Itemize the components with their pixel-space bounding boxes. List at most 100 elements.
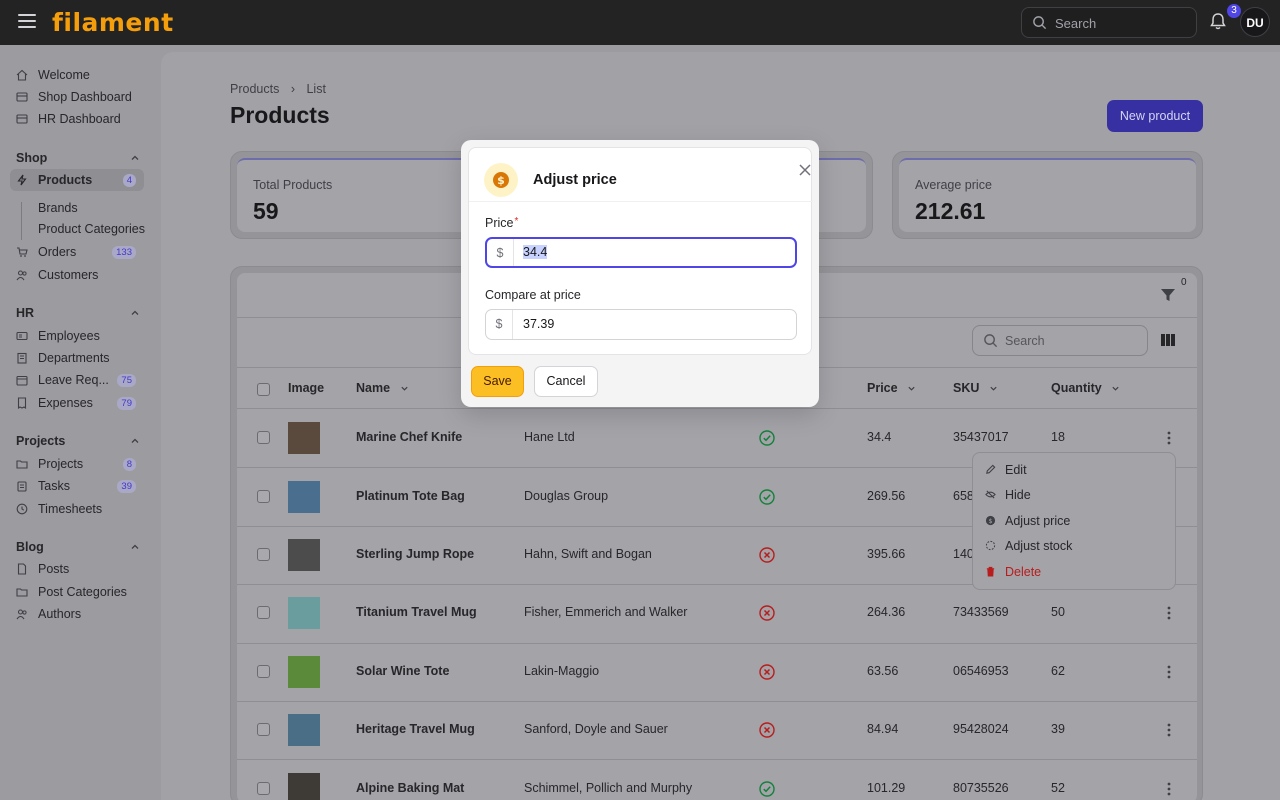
product-price: 101.29 (867, 780, 906, 795)
menu-item-edit[interactable]: Edit (973, 458, 1177, 482)
sidebar-item-brands[interactable]: Brands (38, 201, 78, 215)
row-checkbox[interactable] (257, 548, 270, 561)
row-checkbox[interactable] (257, 723, 270, 737)
table-search-input[interactable]: Search (972, 325, 1148, 356)
save-button[interactable]: Save (471, 366, 524, 397)
row-checkbox[interactable] (257, 664, 270, 678)
menu-item-adjust-price[interactable]: $ Adjust price (973, 509, 1177, 533)
more-vertical-icon[interactable] (1167, 723, 1171, 742)
column-header-sku[interactable]: SKU (953, 381, 998, 395)
product-name[interactable]: Sterling Jump Rope (356, 547, 474, 561)
clipboard-icon (17, 481, 27, 492)
count-badge: 8 (122, 458, 136, 471)
row-divider (237, 759, 1197, 761)
product-brand: Schimmel, Pollich and Murphy (524, 780, 693, 795)
product-quantity: 62 (1051, 663, 1065, 678)
product-name[interactable]: Solar Wine Tote (356, 664, 449, 678)
adjust-price-modal: $ Adjust price Price* $ 34.4 Compare at … (461, 140, 819, 407)
close-icon[interactable] (798, 163, 812, 177)
menu-item-delete[interactable]: Delete (973, 560, 1177, 584)
product-sku: 73433569 (953, 605, 1009, 620)
product-name[interactable]: Heritage Travel Mug (356, 722, 475, 736)
sidebar-item-leave-requests[interactable]: Leave Req... 75 (10, 369, 144, 391)
sidebar-group-blog[interactable]: Blog (16, 540, 144, 554)
cart-icon (17, 247, 28, 257)
menu-item-hide[interactable]: Hide (973, 483, 1177, 507)
trash-icon (986, 566, 995, 577)
product-name[interactable]: Platinum Tote Bag (356, 489, 465, 503)
column-header-name[interactable]: Name (356, 381, 409, 395)
check-circle-icon (759, 488, 775, 505)
compare-price-input[interactable]: $ 37.39 (485, 309, 797, 340)
cancel-button[interactable]: Cancel (534, 366, 598, 397)
id-card-icon (16, 331, 28, 341)
menu-icon[interactable] (18, 14, 36, 30)
sidebar-item-customers[interactable]: Customers (10, 264, 144, 286)
app-logo[interactable]: filament (52, 8, 174, 37)
chevron-up-icon (131, 155, 139, 160)
product-name[interactable]: Marine Chef Knife (356, 430, 462, 444)
product-price: 34.4 (867, 430, 892, 445)
price-input[interactable]: $ 34.4 (485, 237, 797, 268)
sidebar-item-welcome[interactable]: Welcome (10, 64, 144, 86)
product-brand: Hahn, Swift and Bogan (524, 547, 652, 561)
sidebar-item-hr-dashboard[interactable]: HR Dashboard (10, 108, 144, 130)
column-header-image: Image (288, 381, 325, 395)
new-product-button[interactable]: New product (1107, 100, 1203, 132)
more-vertical-icon[interactable] (1167, 606, 1171, 625)
more-vertical-icon[interactable] (1167, 431, 1171, 450)
product-name[interactable]: Titanium Travel Mug (356, 605, 477, 619)
row-checkbox[interactable] (257, 606, 270, 620)
product-sku: 658 (953, 488, 974, 503)
divider (237, 408, 1197, 409)
column-header-quantity[interactable]: Quantity (1051, 381, 1120, 395)
check-circle-icon (759, 430, 775, 446)
sidebar-item-departments[interactable]: Departments (10, 347, 144, 369)
chevron-up-icon (131, 438, 139, 443)
count-badge: 39 (117, 480, 136, 493)
page-title: Products (230, 102, 330, 128)
row-divider (237, 701, 1197, 702)
count-badge: 133 (112, 246, 136, 259)
sidebar-item-tasks[interactable]: Tasks 39 (10, 475, 144, 497)
sidebar-item-authors[interactable]: Authors (10, 603, 144, 625)
sidebar-item-shop-dashboard[interactable]: Shop Dashboard (10, 86, 144, 108)
sidebar-item-products[interactable]: Products 4 (10, 169, 144, 191)
row-checkbox[interactable] (257, 431, 270, 445)
sidebar-item-orders[interactable]: Orders 133 (10, 241, 144, 263)
more-vertical-icon[interactable] (1167, 782, 1171, 800)
chevron-down-icon (1112, 386, 1119, 391)
users-icon (16, 270, 27, 281)
sidebar-item-timesheets[interactable]: Timesheets (10, 498, 144, 520)
sidebar-group-shop[interactable]: Shop (16, 151, 144, 165)
user-avatar[interactable]: DU (1240, 7, 1270, 37)
menu-item-adjust-stock[interactable]: Adjust stock (973, 534, 1177, 558)
sidebar-item-projects[interactable]: Projects 8 (10, 453, 144, 475)
price-label: Price* (485, 216, 519, 230)
select-all-checkbox[interactable] (257, 383, 270, 396)
x-circle-icon (759, 722, 775, 738)
bell-icon[interactable] (1209, 12, 1227, 31)
breadcrumb-products[interactable]: Products (230, 82, 279, 96)
filter-icon[interactable] (1160, 287, 1176, 303)
columns-icon[interactable] (1160, 333, 1176, 347)
column-header-price[interactable]: Price (867, 381, 916, 395)
folder-icon (16, 460, 28, 469)
sidebar-group-hr[interactable]: HR (16, 306, 144, 320)
row-checkbox[interactable] (257, 781, 270, 795)
row-checkbox[interactable] (257, 489, 270, 503)
product-name[interactable]: Alpine Baking Mat (356, 781, 464, 795)
notifications-badge: 3 (1227, 4, 1241, 18)
sidebar-group-projects[interactable]: Projects (16, 434, 144, 448)
global-search-input[interactable]: Search (1021, 7, 1197, 38)
sidebar-item-posts[interactable]: Posts (10, 558, 144, 580)
svg-text:$: $ (988, 517, 992, 525)
sidebar-item-post-categories[interactable]: Post Categories (10, 581, 144, 603)
more-vertical-icon[interactable] (1167, 665, 1171, 684)
top-bar: filament Search 3 DU (0, 0, 1280, 45)
count-badge: 75 (117, 374, 136, 387)
sidebar-item-product-categories[interactable]: Product Categories (38, 222, 145, 236)
sidebar-item-expenses[interactable]: Expenses 79 (10, 392, 144, 414)
chevron-down-icon (400, 386, 408, 391)
sidebar-item-employees[interactable]: Employees (10, 325, 144, 347)
